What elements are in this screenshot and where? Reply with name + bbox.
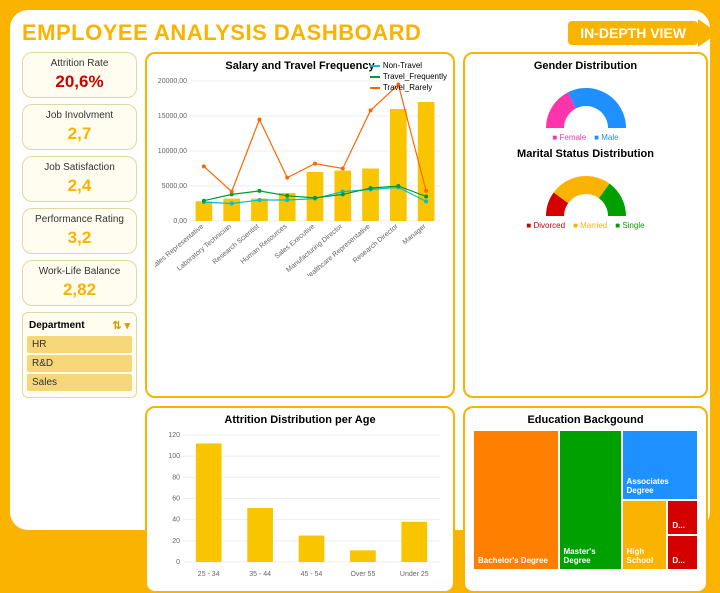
- attrition-chart: Attrition Distribution per Age 020406080…: [145, 406, 455, 593]
- svg-text:15000,00: 15000,00: [158, 113, 187, 120]
- svg-text:80: 80: [172, 474, 180, 481]
- kpi-attrition: Attrition Rate20,6%: [22, 52, 137, 98]
- salary-svg: 0,005000,0010000,0015000,0020000,00Sales…: [155, 76, 445, 276]
- sort-icon[interactable]: ⇅: [112, 320, 121, 332]
- kpi-involvement: Job Involvment2,7: [22, 104, 137, 150]
- distribution-card: Gender Distribution FemaleMale Marital S…: [463, 52, 708, 398]
- dashboard-panel: EMPLOYEE ANALYSIS DASHBOARD IN-DEPTH VIE…: [10, 10, 710, 530]
- education-card: Education Backgound Bachelor's Degree Ma…: [463, 406, 708, 593]
- svg-text:5000,00: 5000,00: [162, 183, 187, 190]
- svg-text:0,00: 0,00: [173, 218, 187, 225]
- dept-item[interactable]: Sales: [27, 374, 132, 391]
- kpi-satisfaction: Job Satisfaction2,4: [22, 156, 137, 202]
- dept-item[interactable]: HR: [27, 336, 132, 353]
- page-title: EMPLOYEE ANALYSIS DASHBOARD: [22, 20, 421, 46]
- svg-text:25 - 34: 25 - 34: [198, 571, 220, 578]
- svg-text:Human Resources: Human Resources: [240, 223, 289, 266]
- svg-text:Over 55: Over 55: [350, 571, 375, 578]
- header: EMPLOYEE ANALYSIS DASHBOARD IN-DEPTH VIE…: [22, 20, 698, 46]
- dept-item[interactable]: R&D: [27, 355, 132, 372]
- department-filter[interactable]: Department⇅▾ HR R&D Sales: [22, 312, 137, 398]
- svg-text:40: 40: [172, 517, 180, 524]
- svg-text:35 - 44: 35 - 44: [249, 571, 271, 578]
- education-treemap: Bachelor's Degree Master's Degree Associ…: [473, 430, 698, 570]
- svg-text:45 - 54: 45 - 54: [301, 571, 323, 578]
- svg-text:20: 20: [172, 538, 180, 545]
- marital-donut: [516, 164, 656, 219]
- svg-text:100: 100: [168, 453, 180, 460]
- salary-chart: Salary and Travel Frequency Non-Travel T…: [145, 52, 455, 398]
- kpi-wlb: Work-Life Balance2,82: [22, 260, 137, 306]
- salary-legend: Non-Travel Travel_Frequently Travel_Rare…: [370, 60, 447, 94]
- attrition-svg: 0 20 40 60 80 100 120 25 - 34 35 - 44 45 - 54 Over…: [155, 430, 445, 580]
- in-depth-button[interactable]: IN-DEPTH VIEW: [568, 21, 698, 45]
- gender-donut: [516, 76, 656, 131]
- svg-text:120: 120: [168, 432, 180, 439]
- svg-text:0: 0: [176, 559, 180, 566]
- kpi-column: Attrition Rate20,6% Job Involvment2,7 Jo…: [22, 52, 137, 398]
- svg-text:20000,00: 20000,00: [158, 78, 187, 85]
- svg-text:Laboratory Technician: Laboratory Technician: [176, 223, 233, 272]
- svg-text:Research Scientist: Research Scientist: [212, 223, 261, 266]
- svg-text:60: 60: [172, 496, 180, 503]
- kpi-performance: Performance Rating3,2: [22, 208, 137, 254]
- svg-text:Under 25: Under 25: [400, 571, 429, 578]
- svg-text:Manager: Manager: [402, 223, 428, 247]
- svg-text:10000,00: 10000,00: [158, 148, 187, 155]
- filter-icon[interactable]: ▾: [124, 320, 130, 332]
